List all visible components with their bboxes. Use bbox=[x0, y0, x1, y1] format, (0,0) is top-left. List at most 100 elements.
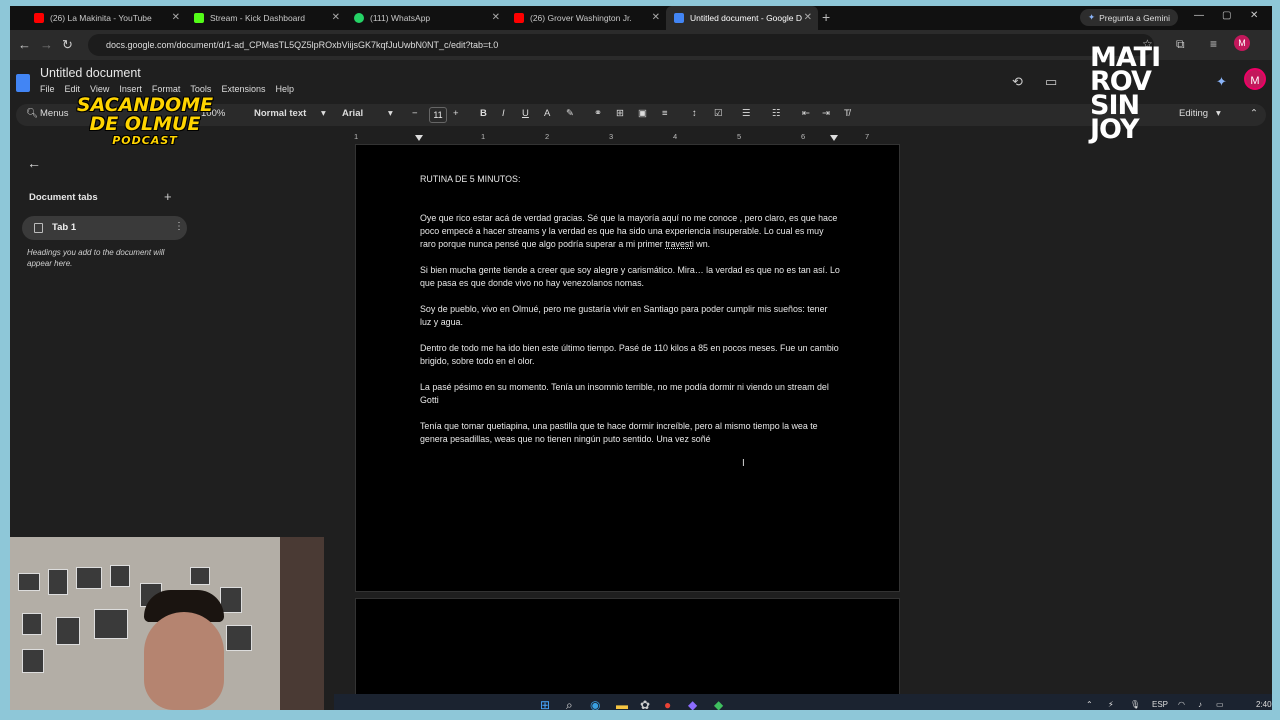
docs-logo-icon[interactable] bbox=[16, 74, 30, 92]
menu-format[interactable]: Format bbox=[152, 84, 181, 94]
close-icon[interactable]: ✕ bbox=[332, 12, 340, 23]
comments-icon[interactable]: ▭ bbox=[1045, 74, 1057, 90]
door bbox=[280, 537, 324, 710]
clear-formatting-icon[interactable]: T̸ bbox=[844, 108, 850, 119]
gemini-button[interactable]: ✦ Pregunta a Gemini bbox=[1080, 9, 1178, 26]
tray-chevron-icon[interactable]: ⌃ bbox=[1086, 700, 1093, 709]
search-icon[interactable]: ⌕ bbox=[566, 698, 573, 710]
close-window-button[interactable]: ✕ bbox=[1250, 10, 1258, 21]
close-icon[interactable]: ✕ bbox=[804, 12, 812, 23]
wifi-icon[interactable]: ◠ bbox=[1178, 700, 1185, 709]
menu-file[interactable]: File bbox=[40, 84, 55, 94]
gemini-icon: ✦ bbox=[1088, 12, 1096, 22]
tab-google-docs[interactable]: Untitled document - Google D ✕ bbox=[666, 6, 818, 30]
menu-insert[interactable]: Insert bbox=[119, 84, 142, 94]
minimize-button[interactable]: — bbox=[1194, 10, 1204, 21]
new-tab-button[interactable]: + bbox=[822, 9, 830, 25]
text-color-icon[interactable]: A bbox=[544, 108, 550, 119]
volume-icon[interactable]: ♪ bbox=[1198, 700, 1202, 709]
misspelled-word[interactable]: travesti bbox=[665, 239, 694, 249]
address-bar[interactable]: docs.google.com/document/d/1-ad_CPMasTL5… bbox=[88, 34, 1154, 56]
image-icon[interactable]: ▣ bbox=[638, 108, 647, 119]
close-icon[interactable]: ✕ bbox=[652, 12, 660, 23]
reading-list-icon[interactable]: ≡ bbox=[1210, 37, 1217, 51]
font-size-input[interactable]: 11 bbox=[429, 107, 447, 123]
forward-icon[interactable]: → bbox=[40, 37, 53, 52]
collapse-toolbar-icon[interactable]: ⌃ bbox=[1250, 108, 1258, 119]
underline-icon[interactable]: U bbox=[522, 108, 529, 119]
chrome-icon[interactable]: ● bbox=[664, 698, 671, 710]
close-icon[interactable]: ✕ bbox=[172, 12, 180, 23]
italic-icon[interactable]: I bbox=[502, 108, 505, 119]
account-avatar[interactable]: M bbox=[1244, 68, 1266, 90]
profile-avatar[interactable]: M bbox=[1234, 35, 1250, 51]
doc-paragraph: Soy de pueblo, vivo en Olmué, pero me gu… bbox=[420, 304, 828, 327]
menu-help[interactable]: Help bbox=[275, 84, 294, 94]
document-page[interactable]: RUTINA DE 5 MINUTOS: Oye que rico estar … bbox=[355, 144, 900, 592]
menu-extensions[interactable]: Extensions bbox=[221, 84, 265, 94]
wall-photo bbox=[22, 649, 44, 673]
document-body[interactable]: RUTINA DE 5 MINUTOS: Oye que rico estar … bbox=[420, 173, 840, 459]
editing-chevron-icon[interactable]: ▾ bbox=[1216, 108, 1221, 119]
clock[interactable]: 2:40 bbox=[1256, 700, 1272, 709]
file-explorer-icon[interactable]: ▬ bbox=[616, 698, 628, 710]
line-spacing-icon[interactable]: ↕ bbox=[692, 108, 697, 119]
increase-indent-icon[interactable]: ⇥ bbox=[822, 108, 830, 119]
style-chevron-icon[interactable]: ▾ bbox=[321, 108, 326, 119]
mic-icon[interactable]: 🎙︎ bbox=[1130, 700, 1140, 709]
link-icon[interactable]: ⚭ bbox=[594, 108, 602, 119]
battery-icon[interactable]: ▭ bbox=[1216, 700, 1224, 709]
increase-size-icon[interactable]: + bbox=[453, 108, 459, 119]
start-icon[interactable]: ⊞ bbox=[540, 698, 550, 710]
align-icon[interactable]: ≡ bbox=[662, 108, 668, 119]
history-icon[interactable]: ⟲ bbox=[1012, 74, 1023, 90]
tab-kick[interactable]: Stream - Kick Dashboard ✕ bbox=[186, 6, 346, 30]
settings-icon[interactable]: ✿ bbox=[640, 698, 650, 710]
network-icon[interactable]: ⚡︎ bbox=[1108, 700, 1114, 709]
style-select[interactable]: Normal text bbox=[254, 108, 306, 119]
windows-taskbar: ⊞ ⌕ ◉ ▬ ✿ ● ◆ ◆ ⌃ ⚡︎ 🎙︎ ESP ◠ ♪ ▭ 2:40 bbox=[334, 694, 1272, 710]
menu-edit[interactable]: Edit bbox=[65, 84, 81, 94]
bold-icon[interactable]: B bbox=[480, 108, 487, 119]
reload-icon[interactable]: ↻ bbox=[62, 37, 73, 53]
ruler-mark: 5 bbox=[737, 132, 742, 141]
app-icon[interactable]: ◆ bbox=[714, 698, 723, 710]
tab-whatsapp[interactable]: (111) WhatsApp ✕ bbox=[346, 6, 506, 30]
document-title[interactable]: Untitled document bbox=[40, 66, 141, 80]
tab-title: (26) Grover Washington Jr. bbox=[530, 13, 632, 23]
bullet-list-icon[interactable]: ☰ bbox=[742, 108, 751, 119]
tab-youtube[interactable]: (26) La Makinita - YouTube ✕ bbox=[26, 6, 186, 30]
search-menus-icon[interactable]: 🔍︎ bbox=[26, 108, 38, 119]
font-chevron-icon[interactable]: ▾ bbox=[388, 108, 393, 119]
edge-icon[interactable]: ◉ bbox=[590, 698, 600, 710]
font-select[interactable]: Arial bbox=[342, 108, 363, 119]
add-tab-button[interactable]: + bbox=[164, 189, 172, 204]
highlight-icon[interactable]: ✎ bbox=[566, 108, 574, 119]
checklist-icon[interactable]: ☑ bbox=[714, 108, 723, 119]
more-options-icon[interactable]: ⋮ bbox=[174, 221, 184, 232]
language-indicator[interactable]: ESP bbox=[1152, 700, 1168, 709]
tab-strip: (26) La Makinita - YouTube ✕ Stream - Ki… bbox=[10, 6, 1272, 30]
ruler[interactable]: 1 1 2 3 4 5 6 7 bbox=[354, 132, 900, 142]
close-icon[interactable]: ✕ bbox=[492, 12, 500, 23]
menu-tools[interactable]: Tools bbox=[190, 84, 211, 94]
editing-mode-select[interactable]: Editing bbox=[1179, 108, 1208, 119]
left-indent-marker[interactable] bbox=[415, 135, 423, 141]
right-indent-marker[interactable] bbox=[830, 135, 838, 141]
tab-label: Tab 1 bbox=[52, 222, 77, 233]
back-icon[interactable]: ← bbox=[18, 37, 31, 52]
discord-icon[interactable]: ◆ bbox=[688, 698, 697, 710]
numbered-list-icon[interactable]: ☷ bbox=[772, 108, 781, 119]
doc-text: Oye que rico estar acá de verdad gracias… bbox=[420, 213, 838, 249]
maximize-button[interactable]: ▢ bbox=[1222, 10, 1231, 21]
decrease-size-icon[interactable]: − bbox=[412, 108, 418, 119]
menu-view[interactable]: View bbox=[90, 84, 109, 94]
gemini-icon[interactable]: ✦ bbox=[1216, 74, 1227, 90]
tab-grover[interactable]: (26) Grover Washington Jr. ✕ bbox=[506, 6, 666, 30]
decrease-indent-icon[interactable]: ⇤ bbox=[802, 108, 810, 119]
close-outline-arrow-icon[interactable]: ← bbox=[27, 155, 41, 171]
comment-icon[interactable]: ⊞ bbox=[616, 108, 624, 119]
sidebar-item-tab-1[interactable]: Tab 1 ⋮ bbox=[22, 216, 187, 240]
ruler-mark: 1 bbox=[354, 132, 359, 141]
ruler-mark: 2 bbox=[545, 132, 550, 141]
